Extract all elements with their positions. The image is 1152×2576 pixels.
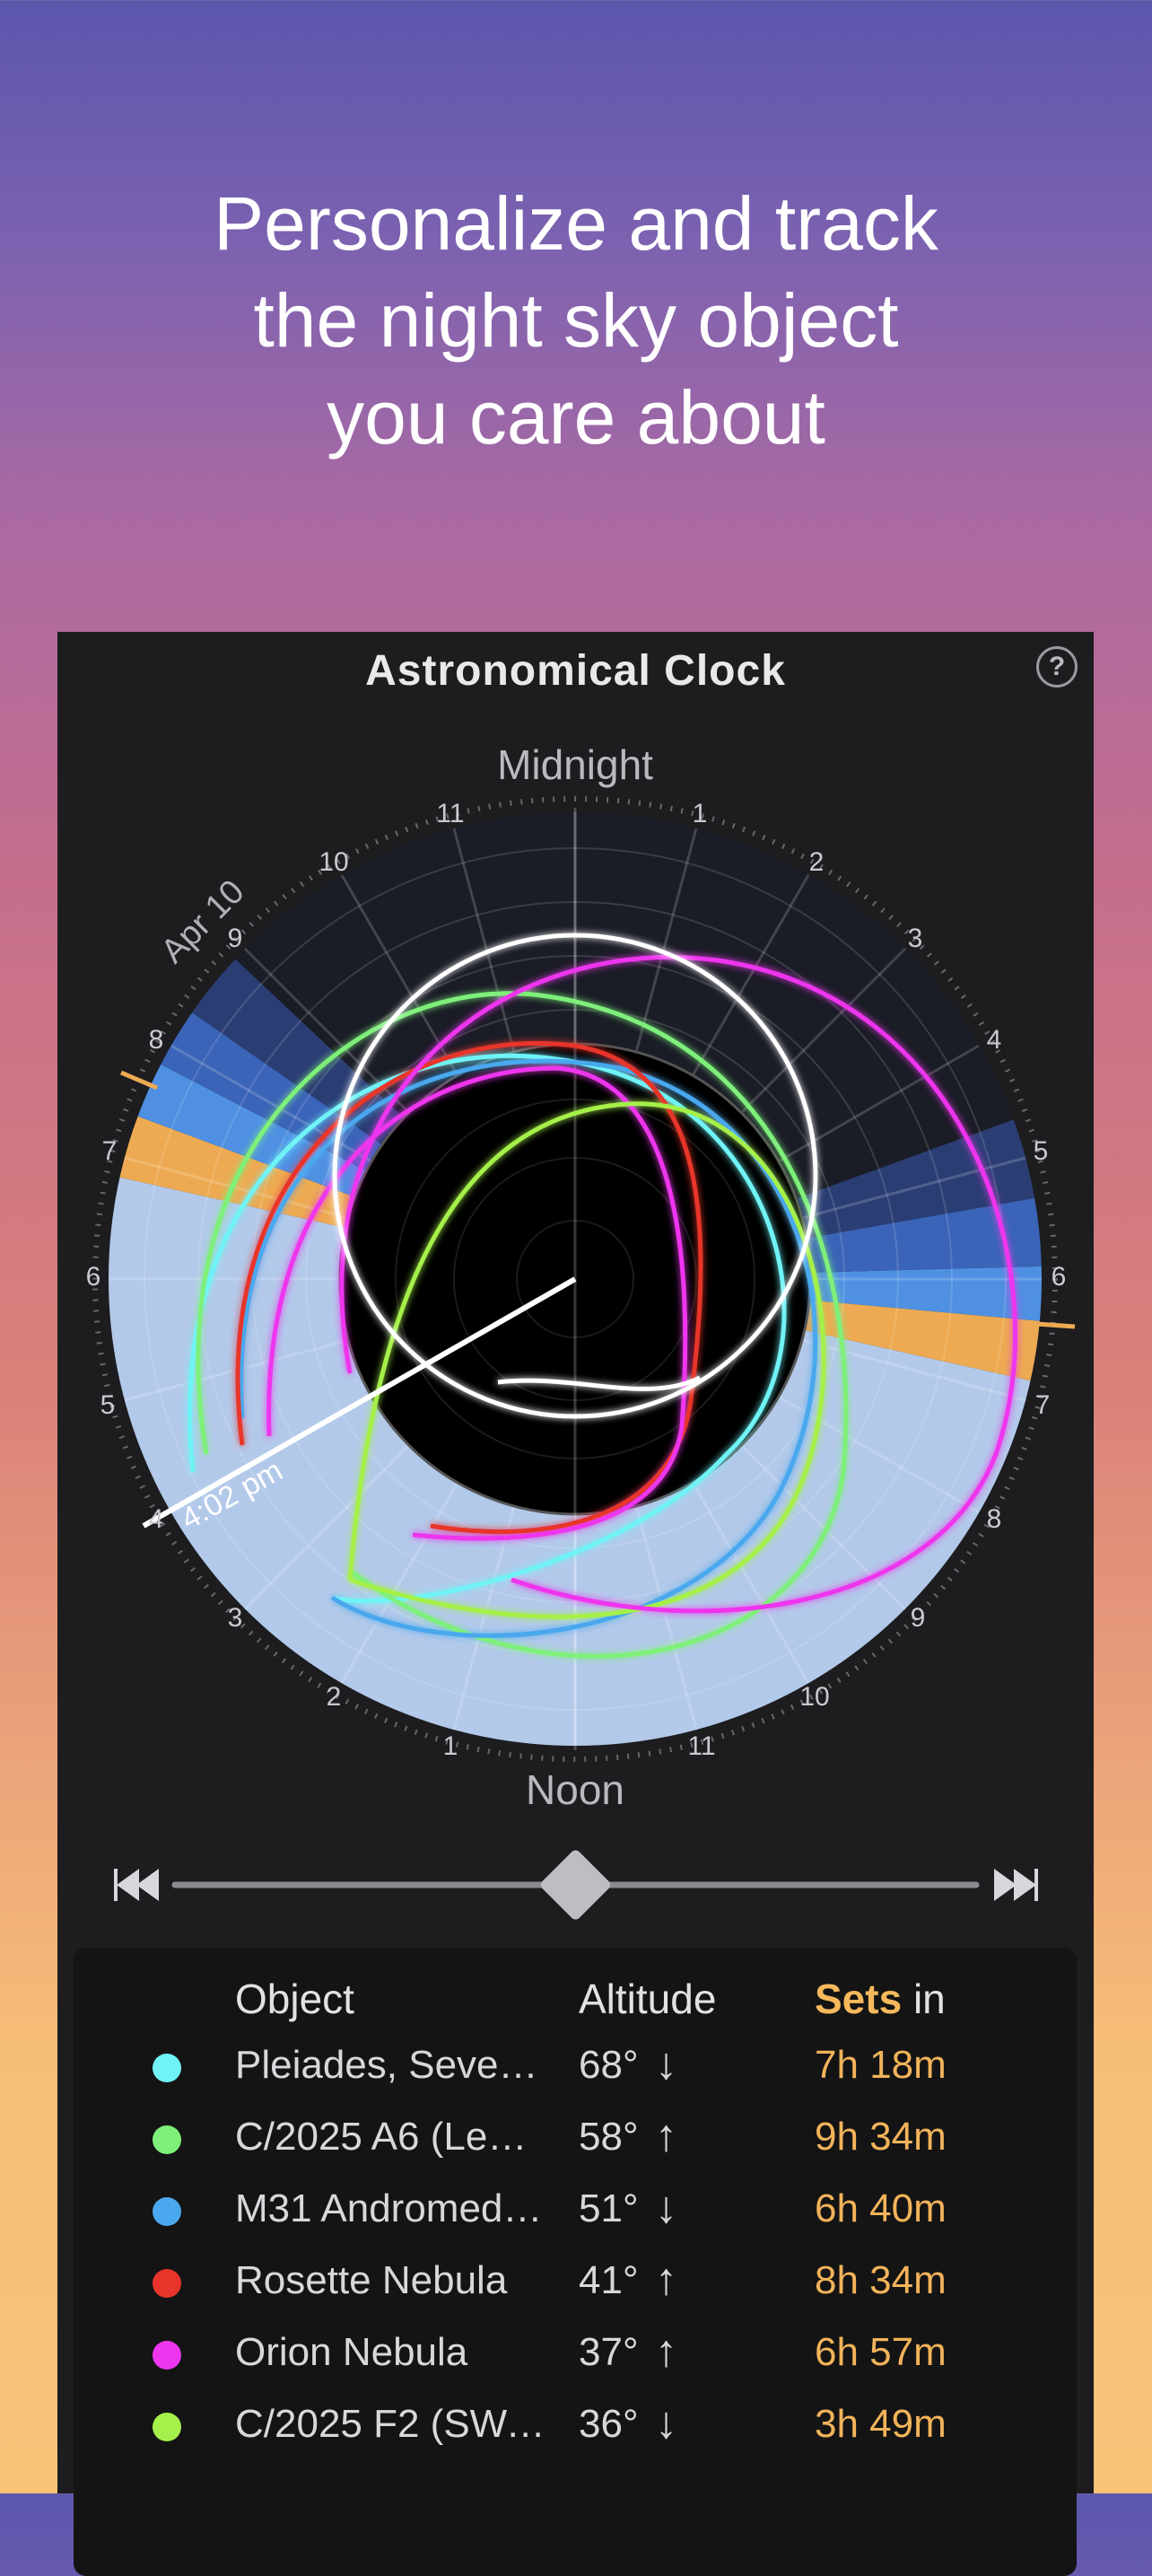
- header-sets-in[interactable]: Sets in: [815, 1975, 946, 2023]
- header-sets-label: Sets: [815, 1976, 903, 2022]
- hour-label: 9: [228, 924, 243, 953]
- hour-label: 7: [1035, 1390, 1051, 1420]
- hour-label: 3: [908, 924, 923, 953]
- object-name: M31 Andromeda…: [235, 2186, 558, 2230]
- altitude-trend-icon: ↓: [655, 2182, 677, 2232]
- object-name: Pleiades, Seven …: [235, 2043, 558, 2087]
- object-sets-in: 7h 18m: [815, 2043, 947, 2087]
- hour-label: 1: [693, 799, 708, 828]
- altitude-trend-icon: ↑: [655, 2110, 677, 2160]
- object-color-dot: [153, 2269, 181, 2298]
- object-name: C/2025 F2 (SWA…: [235, 2402, 558, 2446]
- table-row[interactable]: C/2025 A6 (Lem… 58° ↑ 9h 34m: [0, 2104, 1152, 2176]
- object-name: Rosette Nebula: [235, 2258, 508, 2302]
- header-object[interactable]: Object: [235, 1975, 354, 2023]
- object-color-dot: [153, 2054, 181, 2082]
- astronomical-clock-dial[interactable]: 4:02 pm Midnight Noon Apr 10 1 2 3 4 5 6…: [0, 0, 1152, 1921]
- table-row[interactable]: Rosette Nebula 41° ↑ 8h 34m: [0, 2247, 1152, 2319]
- altitude-trend-icon: ↓: [655, 2038, 677, 2089]
- hour-label: 9: [911, 1603, 926, 1633]
- hour-label: 5: [1034, 1136, 1049, 1166]
- time-slider[interactable]: [114, 1848, 1038, 1921]
- header-in-label: in: [912, 1976, 946, 2022]
- midnight-label: Midnight: [497, 741, 653, 788]
- hour-label: 5: [100, 1390, 116, 1420]
- hour-label: 3: [228, 1603, 243, 1633]
- object-sets-in: 8h 34m: [815, 2258, 947, 2302]
- hour-label: 2: [809, 847, 825, 877]
- hour-label: 11: [687, 1731, 715, 1761]
- object-altitude: 36°: [579, 2402, 639, 2446]
- hour-label: 10: [319, 847, 348, 877]
- header-altitude[interactable]: Altitude: [579, 1975, 716, 2023]
- object-sets-in: 6h 57m: [815, 2330, 947, 2374]
- hour-label: 2: [327, 1682, 342, 1712]
- altitude-trend-icon: ↑: [655, 2254, 677, 2304]
- hour-label: 8: [149, 1025, 164, 1055]
- hour-label: 1: [443, 1731, 458, 1761]
- object-color-dot: [153, 2341, 181, 2370]
- table-row[interactable]: Orion Nebula 37° ↑ 6h 57m: [0, 2319, 1152, 2391]
- object-color-dot: [153, 2413, 181, 2441]
- object-sets-in: 9h 34m: [815, 2115, 947, 2159]
- altitude-trend-icon: ↑: [655, 2326, 677, 2376]
- object-sets-in: 6h 40m: [815, 2186, 947, 2230]
- table-row[interactable]: Pleiades, Seven … 68° ↓ 7h 18m: [0, 2032, 1152, 2104]
- table-row[interactable]: C/2025 F2 (SWA… 36° ↓ 3h 49m: [0, 2391, 1152, 2463]
- hour-label: 6: [86, 1262, 101, 1292]
- hour-label: 8: [987, 1504, 1002, 1534]
- altitude-trend-icon: ↓: [655, 2397, 677, 2448]
- object-color-dot: [153, 2125, 181, 2154]
- object-altitude: 41°: [579, 2258, 639, 2302]
- hour-label: 10: [799, 1682, 829, 1712]
- sunrise-marker: [1035, 1321, 1076, 1329]
- rewind-icon[interactable]: [114, 1869, 159, 1901]
- object-altitude: 68°: [579, 2043, 639, 2087]
- hour-label: 11: [436, 799, 464, 828]
- object-name: Orion Nebula: [235, 2330, 468, 2374]
- object-altitude: 58°: [579, 2115, 639, 2159]
- noon-label: Noon: [526, 1766, 624, 1813]
- object-name: C/2025 A6 (Lem…: [235, 2115, 558, 2159]
- object-altitude: 37°: [579, 2330, 639, 2374]
- hour-label: 6: [1052, 1262, 1067, 1292]
- table-row[interactable]: M31 Andromeda… 51° ↓ 6h 40m: [0, 2176, 1152, 2247]
- object-sets-in: 3h 49m: [815, 2402, 947, 2446]
- object-color-dot: [153, 2197, 181, 2226]
- fast-forward-icon[interactable]: [994, 1869, 1038, 1901]
- hour-label: 7: [102, 1136, 118, 1166]
- hour-label: 4: [987, 1025, 1002, 1055]
- object-altitude: 51°: [579, 2186, 639, 2230]
- slider-thumb[interactable]: [538, 1848, 612, 1921]
- hour-label: 4: [149, 1504, 164, 1534]
